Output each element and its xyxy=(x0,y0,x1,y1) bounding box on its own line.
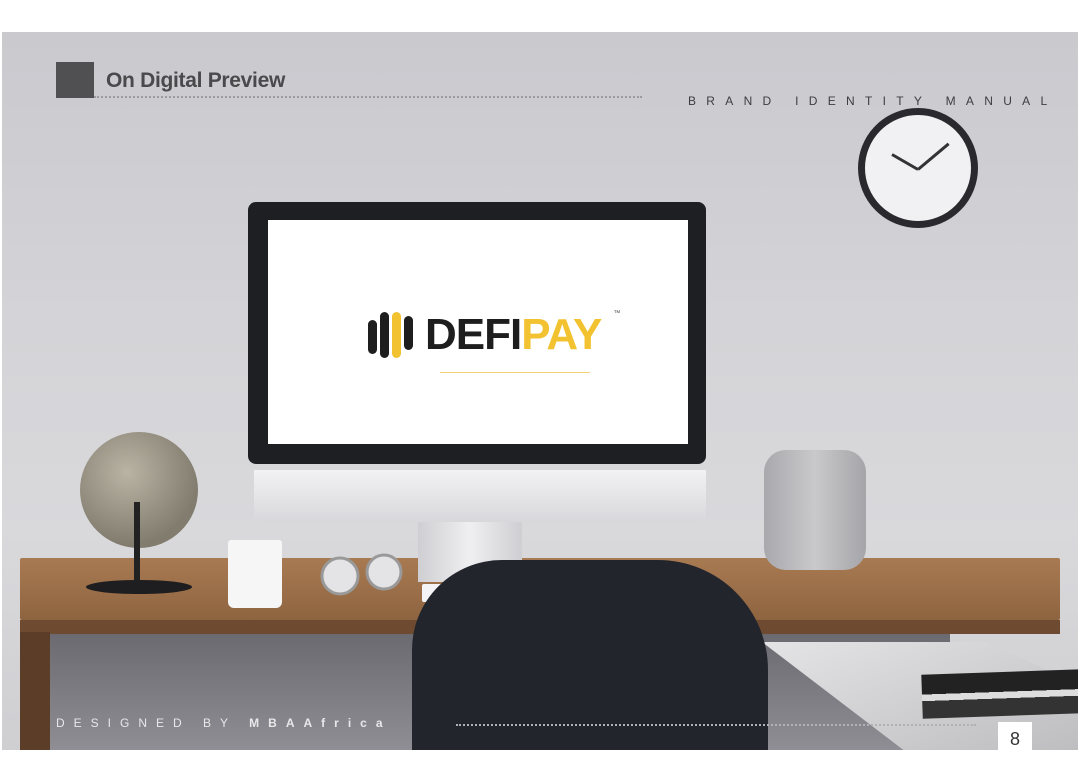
desk-leg xyxy=(20,632,50,750)
manual-label: BRAND IDENTITY MANUAL xyxy=(688,94,1058,108)
workspace-mockup-photo: DEFIPAY ™ On Digital Preview BRAND IDENT… xyxy=(2,32,1078,750)
branded-mug xyxy=(228,540,282,608)
footer-credit: DESIGNED BY MBAAfrica xyxy=(56,716,392,730)
monitor: DEFIPAY ™ xyxy=(248,202,706,464)
title-marker xyxy=(56,62,94,98)
wall-clock xyxy=(858,108,978,228)
office-chair xyxy=(412,560,768,750)
logo-mark-icon xyxy=(368,312,413,358)
lamp-pole xyxy=(134,502,140,582)
footer-divider xyxy=(456,724,976,726)
monitor-chin xyxy=(254,470,706,522)
page-number: 8 xyxy=(998,722,1032,750)
brand-name-accent: PAY xyxy=(521,310,602,359)
lamp-base xyxy=(86,580,192,594)
page-title: On Digital Preview xyxy=(106,69,285,92)
trademark: ™ xyxy=(613,310,621,317)
logo-underline xyxy=(440,372,590,373)
defipay-logo: DEFIPAY ™ xyxy=(368,310,620,360)
title-divider xyxy=(94,96,642,98)
designer-name: MBAAfrica xyxy=(249,716,392,730)
designed-by-label: DESIGNED BY xyxy=(56,716,237,730)
smart-speaker xyxy=(764,450,866,570)
monitor-screen: DEFIPAY ™ xyxy=(268,220,688,444)
headphones xyxy=(320,553,403,596)
brand-name-dark: DEFI xyxy=(425,310,522,359)
books xyxy=(921,669,1078,719)
